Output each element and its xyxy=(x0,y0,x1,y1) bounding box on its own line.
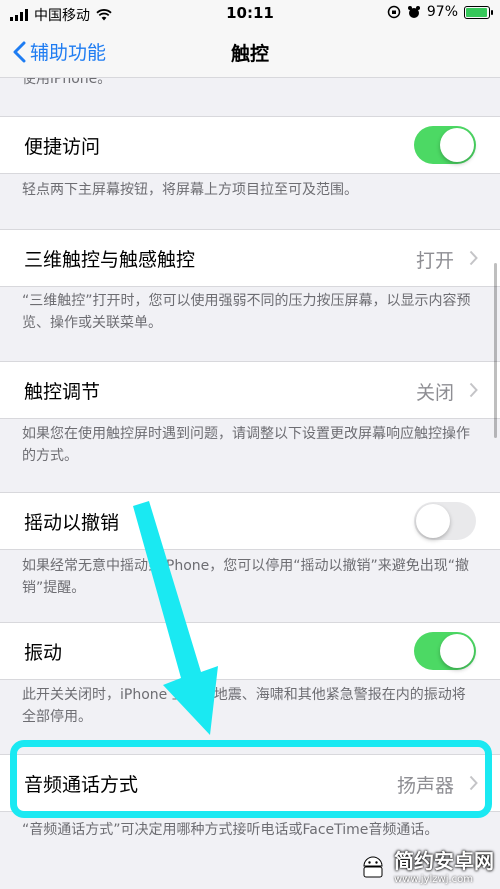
status-bar: 中国移动 10:11 97% xyxy=(0,0,500,28)
page-title: 触控 xyxy=(230,43,269,65)
battery-percentage: 97% xyxy=(426,4,458,20)
toggle-knob xyxy=(440,128,474,162)
alarm-icon xyxy=(407,6,420,18)
android-logo-icon xyxy=(363,856,383,878)
footer-reachability: 轻点两下主屏幕按钮，将屏幕上方项目拉至可及范围。 xyxy=(22,182,358,198)
row-label: 触控调节 xyxy=(24,381,101,403)
row-label: 振动 xyxy=(24,642,63,664)
row-label: 便捷访问 xyxy=(24,136,101,158)
watermark-brand: 简约安卓网 xyxy=(394,849,494,873)
battery-level xyxy=(466,7,488,17)
row-touch-accommodations[interactable]: 触控调节 关闭 xyxy=(0,361,500,419)
row-label: 三维触控与触感触控 xyxy=(24,249,196,271)
toggle-knob xyxy=(440,634,474,668)
chevron-right-icon xyxy=(469,250,478,266)
toggle-knob xyxy=(416,504,450,538)
chevron-right-icon xyxy=(469,382,478,398)
vibration-toggle[interactable] xyxy=(414,632,476,670)
row-reachability[interactable]: 便捷访问 xyxy=(0,116,500,174)
footer-shake-to-undo: 如果经常无意中摇动到iPhone，您可以停用“摇动以撤销”来避免出现“撤销”提醒… xyxy=(22,558,470,596)
top-partial-footer: 使用iPhone。 xyxy=(22,78,112,87)
scrollbar[interactable] xyxy=(494,263,497,438)
row-value: 关闭 xyxy=(415,382,454,404)
row-label: 摇动以撤销 xyxy=(24,512,120,534)
footer-vibration: 此开关关闭时，iPhone 上包括地震、海啸和其他紧急警报在内的振动将全部停用。 xyxy=(22,687,466,725)
footer-touch-accommodations: 如果您在使用触控屏时遇到问题，请调整以下设置更改屏幕响应触控操作的方式。 xyxy=(22,426,470,464)
orientation-lock-icon xyxy=(387,5,401,19)
navigation-bar: 辅助功能 触控 xyxy=(0,28,500,78)
shake-to-undo-toggle[interactable] xyxy=(414,502,476,540)
row-shake-to-undo[interactable]: 摇动以撤销 xyxy=(0,492,500,550)
footer-3d-touch: “三维触控”打开时，您可以使用强弱不同的压力按压屏幕，以显示内容预览、操作或关联… xyxy=(22,293,471,331)
row-value: 打开 xyxy=(415,250,454,272)
highlight-box xyxy=(10,740,492,818)
battery-icon xyxy=(464,5,493,19)
row-vibration[interactable]: 振动 xyxy=(0,622,500,680)
watermark: 简约安卓网 www.jylzwj.com xyxy=(358,845,494,885)
reachability-toggle[interactable] xyxy=(414,126,476,164)
row-3d-touch[interactable]: 三维触控与触感触控 打开 xyxy=(0,229,500,287)
footer-call-audio-routing: “音频通话方式”可决定用哪种方式接听电话或FaceTime音频通话。 xyxy=(22,822,439,838)
watermark-url: www.jylzwj.com xyxy=(394,874,474,885)
